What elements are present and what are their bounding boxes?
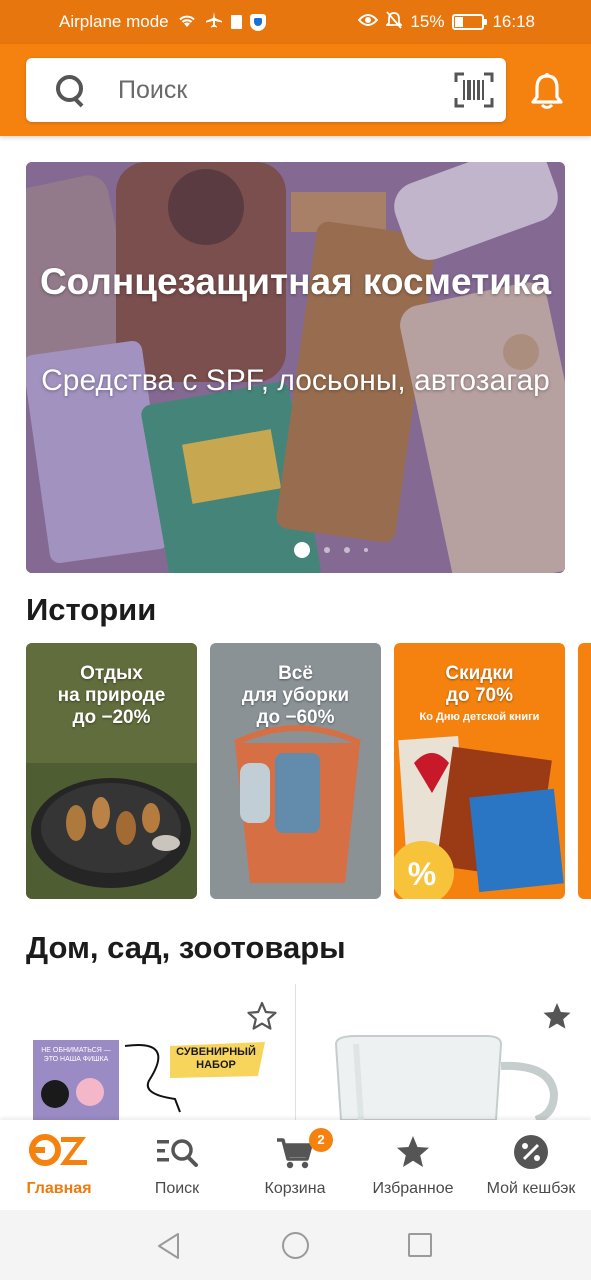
notifications-bell-icon[interactable]	[530, 72, 564, 110]
book-cover-caption: НЕ ОБНИМАТЬСЯ — ЭТО НАША ФИШКА	[41, 1047, 111, 1063]
mute-bell-icon	[385, 10, 404, 34]
carousel-dot	[364, 548, 368, 552]
story-caption: Скидки до 70%	[445, 663, 514, 706]
cashback-icon	[511, 1132, 551, 1172]
star-icon	[393, 1132, 433, 1172]
story-subcaption: Ко Дню детской книги	[419, 711, 540, 723]
nav-item-cashback[interactable]: Мой кешбэк	[472, 1120, 590, 1210]
story-caption: Всё для уборки до −60%	[241, 663, 350, 728]
banner-title: Солнцезащитная косметика	[39, 261, 552, 302]
system-back-icon[interactable]	[156, 1232, 182, 1260]
nav-item-home[interactable]: Главная	[0, 1120, 118, 1210]
favorite-star-filled-icon[interactable]	[541, 1000, 573, 1032]
nav-label-home: Главная	[26, 1180, 92, 1197]
sim-card-icon	[230, 15, 242, 29]
catalog-search-icon	[157, 1132, 198, 1172]
eye-icon	[358, 12, 379, 32]
status-bar: Airplane mode 15% 16:18	[0, 0, 591, 44]
search-icon	[56, 75, 86, 105]
bottom-navigation: Главная Поиск 2 Корзина Избранное Мой ке…	[0, 1120, 591, 1210]
carousel-dot	[324, 547, 330, 553]
nav-label-cart: Корзина	[264, 1180, 326, 1197]
shield-icon	[249, 13, 266, 31]
story-card[interactable]	[578, 643, 591, 899]
carousel-dot-active	[294, 542, 310, 558]
product-card[interactable]	[296, 984, 591, 1120]
stories-title: Истории	[26, 592, 157, 627]
cart-count-badge: 2	[309, 1128, 333, 1152]
nav-item-cart[interactable]: 2 Корзина	[236, 1120, 354, 1210]
souvenir-sticker: СУВЕНИРНЫЙ НАБОР	[176, 1046, 256, 1071]
barcode-scanner-icon[interactable]	[454, 72, 494, 108]
airplane-mode-label: Airplane mode	[59, 12, 169, 31]
nav-label-search: Поиск	[154, 1180, 200, 1197]
app-header: Поиск	[0, 44, 591, 136]
banner-subtitle: Средства с SPF, лосьоны, автозагар	[41, 364, 550, 397]
oz-logo-icon	[29, 1134, 89, 1174]
wifi-icon	[177, 13, 197, 32]
clock: 16:18	[492, 12, 535, 31]
svg-text:%: %	[408, 856, 436, 892]
promo-banner[interactable]: Солнцезащитная косметика Средства с SPF,…	[26, 162, 565, 573]
battery-percent: 15%	[410, 12, 445, 31]
story-card[interactable]: Отдых на природе до −20%	[26, 643, 197, 899]
nav-item-favorites[interactable]: Избранное	[354, 1120, 472, 1210]
airplane-icon	[205, 11, 223, 34]
product-card[interactable]: НЕ ОБНИМАТЬСЯ — ЭТО НАША ФИШКА СУВЕНИРНЫ…	[0, 984, 295, 1120]
favorite-star-outline-icon[interactable]	[246, 1000, 278, 1032]
carousel-dot	[344, 547, 350, 553]
products-section-title: Дом, сад, зоотовары	[26, 930, 346, 965]
search-input[interactable]: Поиск	[118, 76, 187, 105]
nav-label-favorites: Избранное	[372, 1180, 454, 1197]
search-bar[interactable]: Поиск	[26, 58, 506, 122]
battery-icon	[452, 14, 488, 30]
nav-label-cashback: Мой кешбэк	[486, 1180, 576, 1197]
stories-row[interactable]: Отдых на природе до −20% Всё для уборки …	[26, 643, 591, 899]
story-card[interactable]: Всё для уборки до −60%	[210, 643, 381, 899]
nav-item-search[interactable]: Поиск	[118, 1120, 236, 1210]
carousel-indicator	[294, 542, 368, 558]
system-home-icon[interactable]	[282, 1232, 309, 1259]
story-caption: Отдых на природе до −20%	[57, 663, 166, 728]
system-recents-icon[interactable]	[408, 1233, 432, 1257]
products-row: НЕ ОБНИМАТЬСЯ — ЭТО НАША ФИШКА СУВЕНИРНЫ…	[0, 984, 591, 1120]
system-navigation-bar	[0, 1210, 591, 1280]
story-card[interactable]: % Скидки до 70% Ко Дню детской книги	[394, 643, 565, 899]
